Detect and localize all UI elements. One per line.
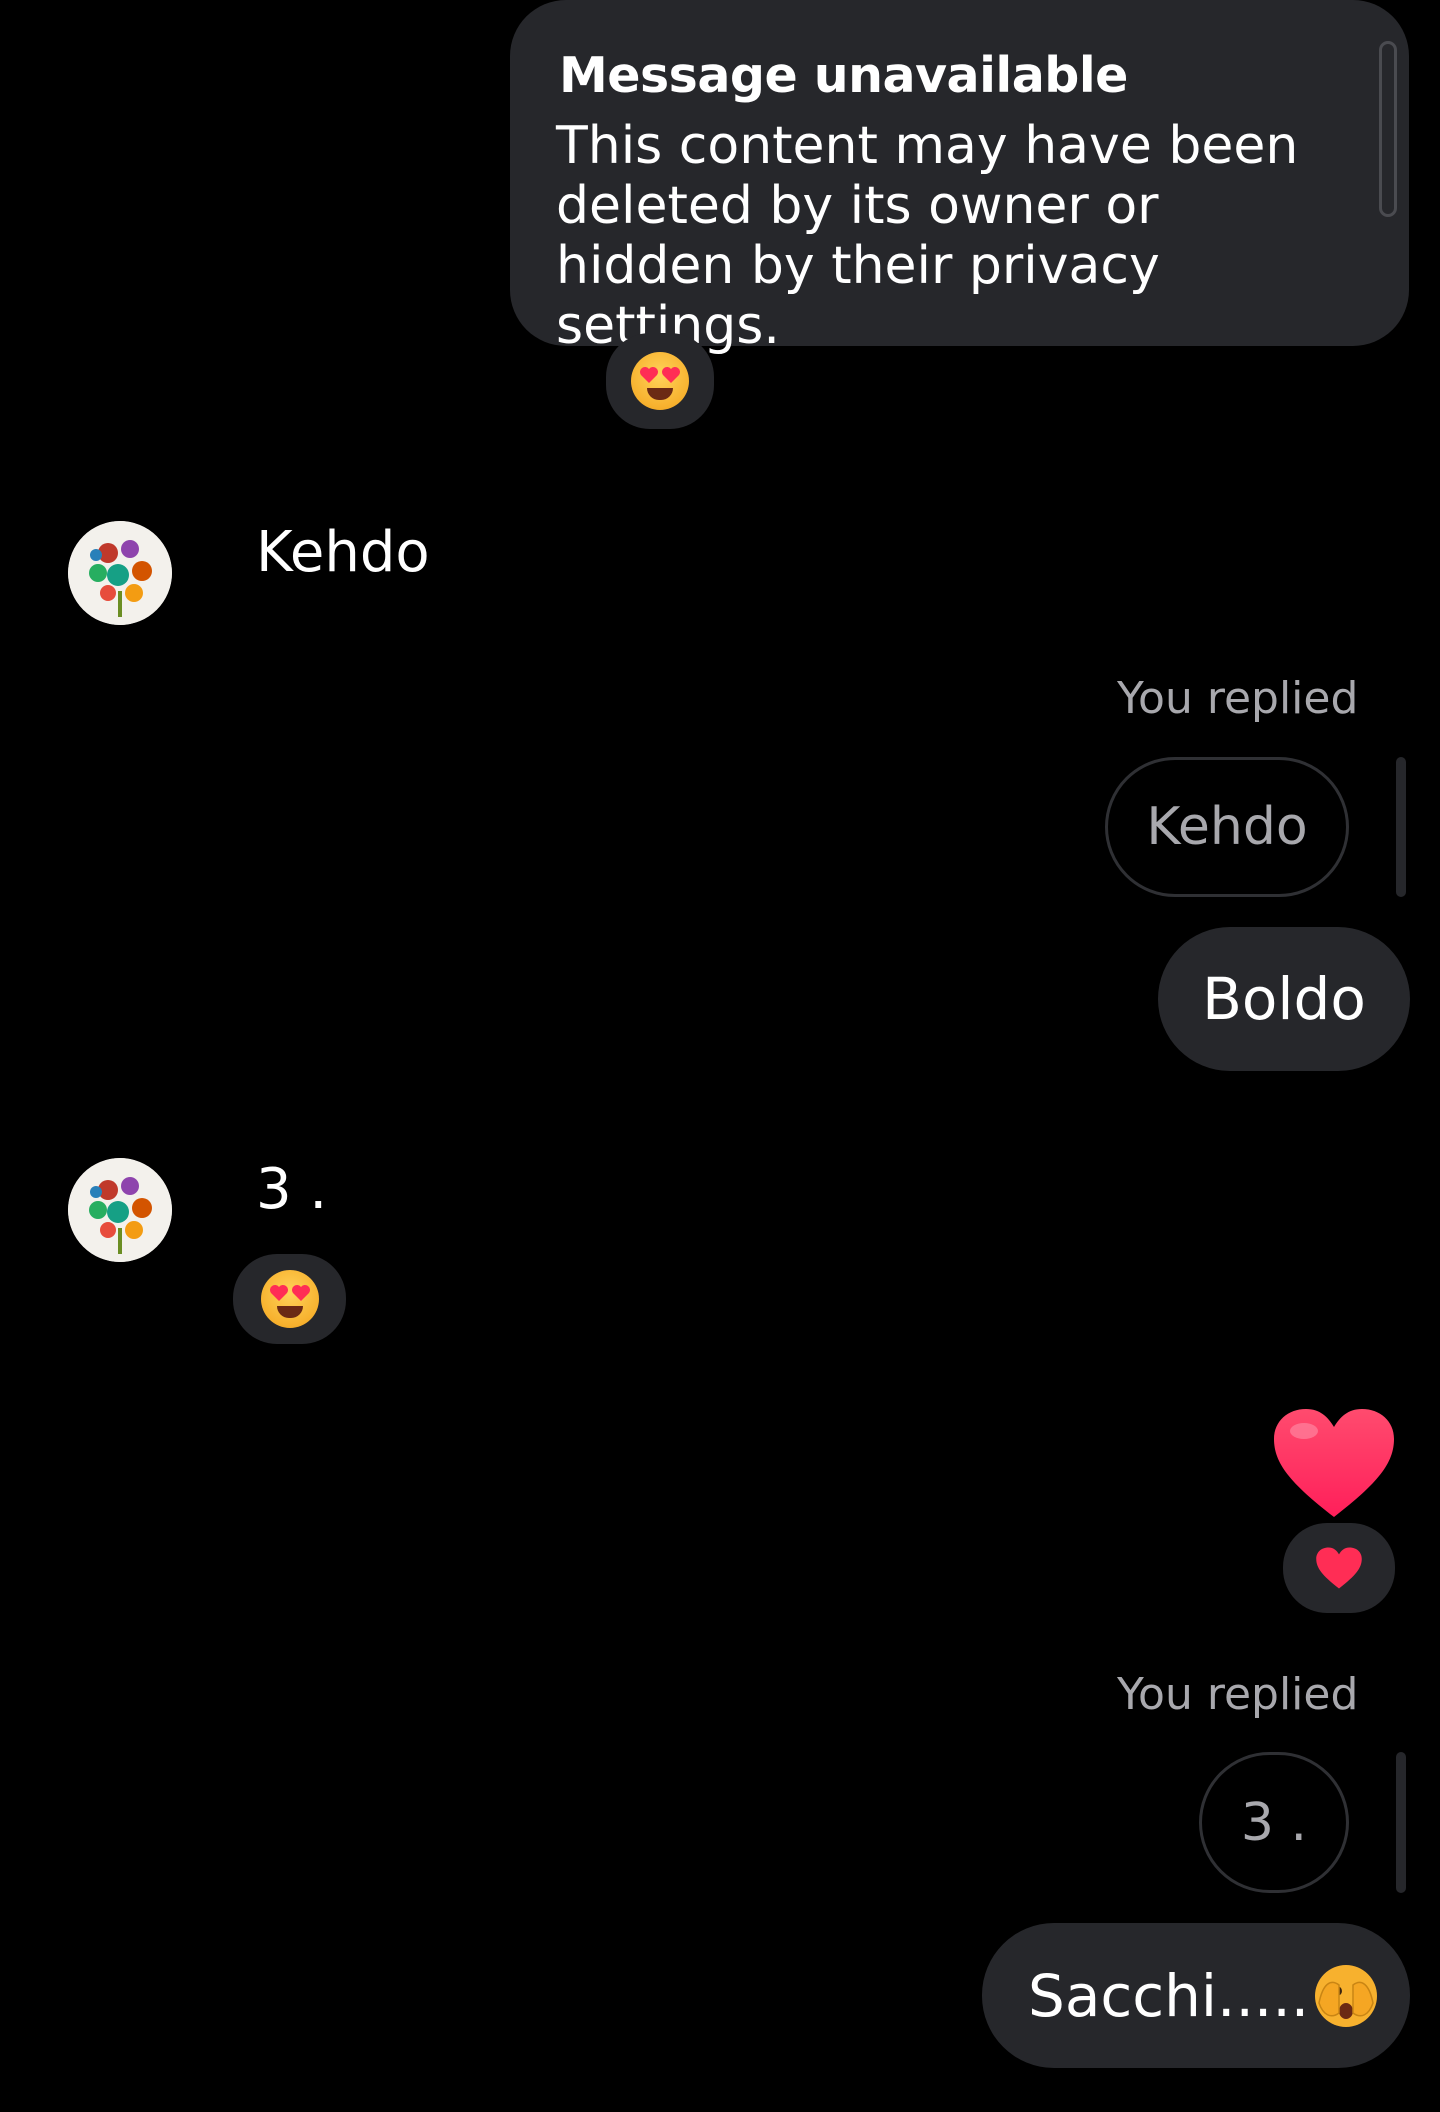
reaction-pill[interactable] [233, 1254, 346, 1344]
incoming-message-text[interactable]: 3 . [256, 1157, 327, 1222]
reaction-pill[interactable] [606, 333, 714, 429]
outgoing-message-text: Boldo [1202, 965, 1366, 1033]
quoted-message-text: 3 . [1240, 1792, 1308, 1853]
sender-avatar[interactable] [68, 521, 172, 625]
red-heart-icon [1274, 1409, 1394, 1517]
outgoing-message-text: Sacchi..... [1028, 1961, 1310, 2030]
red-heart-icon [1316, 1547, 1362, 1589]
you-replied-label: You replied [1117, 1669, 1359, 1720]
quoted-message[interactable]: 3 . [1199, 1752, 1349, 1893]
reply-indicator-bar [1396, 757, 1406, 897]
outgoing-message-bubble[interactable]: Sacchi..... [982, 1923, 1410, 2068]
heart-eyes-emoji-icon [260, 1270, 319, 1328]
you-replied-label: You replied [1117, 673, 1359, 724]
heart-message[interactable] [1270, 1405, 1398, 1521]
sender-avatar[interactable] [68, 1158, 172, 1262]
bubble-scroll-indicator [1379, 41, 1397, 217]
outgoing-message-bubble[interactable]: Boldo [1158, 927, 1410, 1071]
reaction-pill[interactable] [1283, 1523, 1395, 1613]
incoming-message-text[interactable]: Kehdo [256, 520, 430, 585]
unavailable-message-title: Message unavailable [559, 47, 1128, 104]
heart-eyes-emoji-icon [631, 352, 689, 410]
unavailable-message-body: This content may have been deleted by it… [556, 116, 1299, 356]
reply-indicator-bar [1396, 1752, 1406, 1893]
quoted-message-text: Kehdo [1146, 797, 1308, 857]
quoted-message[interactable]: Kehdo [1105, 757, 1349, 897]
peeking-face-emoji-icon [1313, 1963, 1379, 2029]
